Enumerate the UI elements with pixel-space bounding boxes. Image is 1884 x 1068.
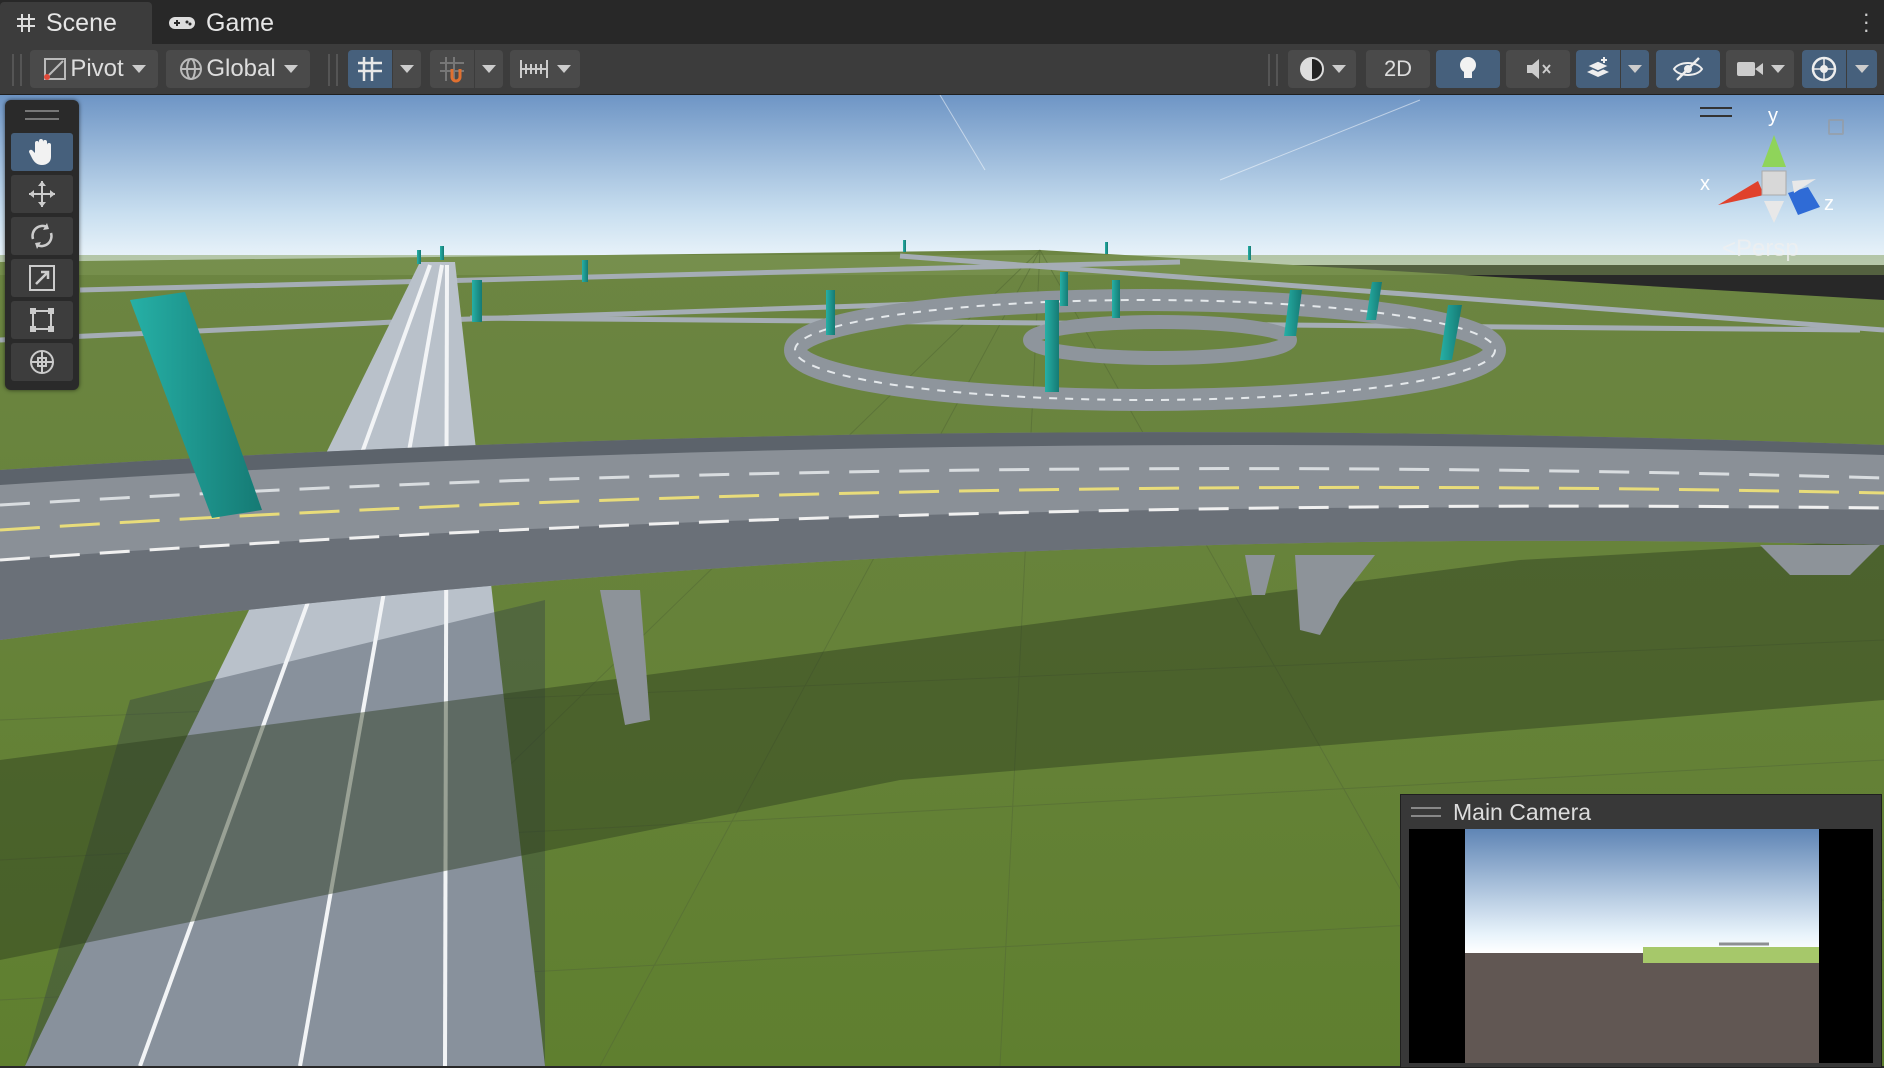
chevron-down-icon bbox=[283, 65, 298, 73]
hand-icon bbox=[28, 139, 51, 165]
sky bbox=[0, 95, 1884, 265]
pivot-dropdown[interactable]: Pivot bbox=[30, 50, 158, 88]
tab-game-label: Game bbox=[206, 8, 275, 37]
shading-sphere-icon bbox=[1300, 57, 1324, 81]
chevron-down-icon bbox=[1332, 65, 1346, 73]
gizmo-globe-icon bbox=[1811, 56, 1837, 82]
projection-label: Persp bbox=[1736, 235, 1799, 262]
rotate-tool-button[interactable] bbox=[11, 217, 73, 255]
effects-dropdown[interactable] bbox=[1621, 50, 1649, 88]
projection-toggle[interactable]: <Persp bbox=[1722, 235, 1799, 263]
camera-preview-window[interactable]: Main Camera bbox=[1400, 794, 1882, 1068]
global-dropdown[interactable]: Global bbox=[166, 50, 310, 88]
toggle-2d-label: 2D bbox=[1383, 56, 1413, 81]
scene-grid-icon bbox=[17, 14, 35, 32]
toolbar-grip[interactable] bbox=[328, 54, 338, 86]
scale-icon bbox=[29, 265, 55, 291]
transform-icon bbox=[30, 350, 54, 374]
axis-gizmo-icon bbox=[1718, 135, 1820, 223]
toolbar-grip-left[interactable] bbox=[12, 54, 22, 86]
global-label: Global bbox=[206, 55, 276, 82]
gizmo-x-label: x bbox=[1700, 173, 1710, 195]
tab-scene-label: Scene bbox=[46, 8, 117, 37]
tab-scene[interactable]: Scene bbox=[0, 2, 152, 44]
drag-handle-icon[interactable] bbox=[1411, 807, 1441, 817]
eye-slash-icon bbox=[1672, 57, 1704, 81]
chevron-down-icon bbox=[1855, 65, 1869, 73]
hand-tool-button[interactable] bbox=[11, 133, 73, 171]
rect-transform-icon bbox=[30, 308, 54, 332]
chevron-down-icon bbox=[131, 65, 146, 73]
globe-icon bbox=[180, 58, 203, 80]
toggle-2d-button[interactable]: 2D bbox=[1366, 50, 1430, 88]
increment-snap-button[interactable] bbox=[510, 50, 580, 88]
camera-preview-header[interactable]: Main Camera bbox=[1401, 795, 1881, 829]
tab-game[interactable]: Game bbox=[168, 2, 288, 44]
scene-toolbar: Pivot Global 2D bbox=[0, 44, 1884, 95]
magnet-grid-icon bbox=[440, 57, 464, 83]
toolbar-grip-right[interactable] bbox=[1268, 54, 1278, 86]
gamepad-icon bbox=[169, 17, 195, 29]
chevron-down-icon bbox=[482, 65, 496, 73]
orientation-gizmo[interactable]: y x z bbox=[1700, 105, 1844, 245]
gizmos-toggle[interactable] bbox=[1802, 50, 1846, 88]
ruler-icon bbox=[520, 60, 548, 78]
pivot-icon bbox=[44, 58, 67, 80]
camera-preview-title: Main Camera bbox=[1453, 798, 1592, 825]
chevron-down-icon bbox=[400, 65, 414, 73]
tools-overlay bbox=[5, 100, 79, 390]
move-arrows-icon bbox=[29, 181, 55, 207]
light-bulb-icon bbox=[1460, 57, 1476, 78]
mute-speaker-icon bbox=[1527, 59, 1551, 79]
transform-tool-button[interactable] bbox=[11, 343, 73, 381]
chevron-left-icon: < bbox=[1722, 235, 1737, 262]
tab-bar: Scene Game · · · bbox=[0, 0, 1884, 44]
camera-preview-viewport bbox=[1409, 829, 1873, 1063]
chevron-down-icon bbox=[1628, 65, 1642, 73]
rotate-icon bbox=[31, 223, 53, 249]
grid-snapping-dropdown[interactable] bbox=[475, 50, 503, 88]
rect-tool-button[interactable] bbox=[11, 301, 73, 339]
gizmo-y-label: y bbox=[1768, 105, 1778, 127]
draw-mode-dropdown[interactable] bbox=[1288, 50, 1356, 88]
overlay-handle-icon[interactable] bbox=[25, 110, 59, 120]
lighting-toggle[interactable] bbox=[1436, 50, 1500, 88]
layers-effects-icon bbox=[1585, 57, 1611, 77]
chevron-down-icon bbox=[557, 65, 571, 73]
grid-snap-icon bbox=[358, 57, 382, 81]
audio-toggle[interactable] bbox=[1506, 50, 1570, 88]
video-camera-icon bbox=[1737, 62, 1763, 76]
gizmos-dropdown[interactable] bbox=[1847, 50, 1877, 88]
chevron-down-icon bbox=[1771, 65, 1785, 73]
grid-visibility-button[interactable] bbox=[348, 50, 392, 88]
grid-visibility-dropdown[interactable] bbox=[393, 50, 421, 88]
pivot-label: Pivot bbox=[70, 55, 124, 82]
scene-camera-dropdown[interactable] bbox=[1726, 50, 1794, 88]
grid-snapping-button[interactable] bbox=[430, 50, 474, 88]
camera-render bbox=[1465, 829, 1819, 1063]
effects-toggle[interactable] bbox=[1576, 50, 1620, 88]
scene-visibility-toggle[interactable] bbox=[1656, 50, 1720, 88]
scale-tool-button[interactable] bbox=[11, 259, 73, 297]
more-options-icon[interactable]: · · · bbox=[1863, 3, 1870, 41]
gizmo-z-label: z bbox=[1824, 193, 1834, 215]
move-tool-button[interactable] bbox=[11, 175, 73, 213]
